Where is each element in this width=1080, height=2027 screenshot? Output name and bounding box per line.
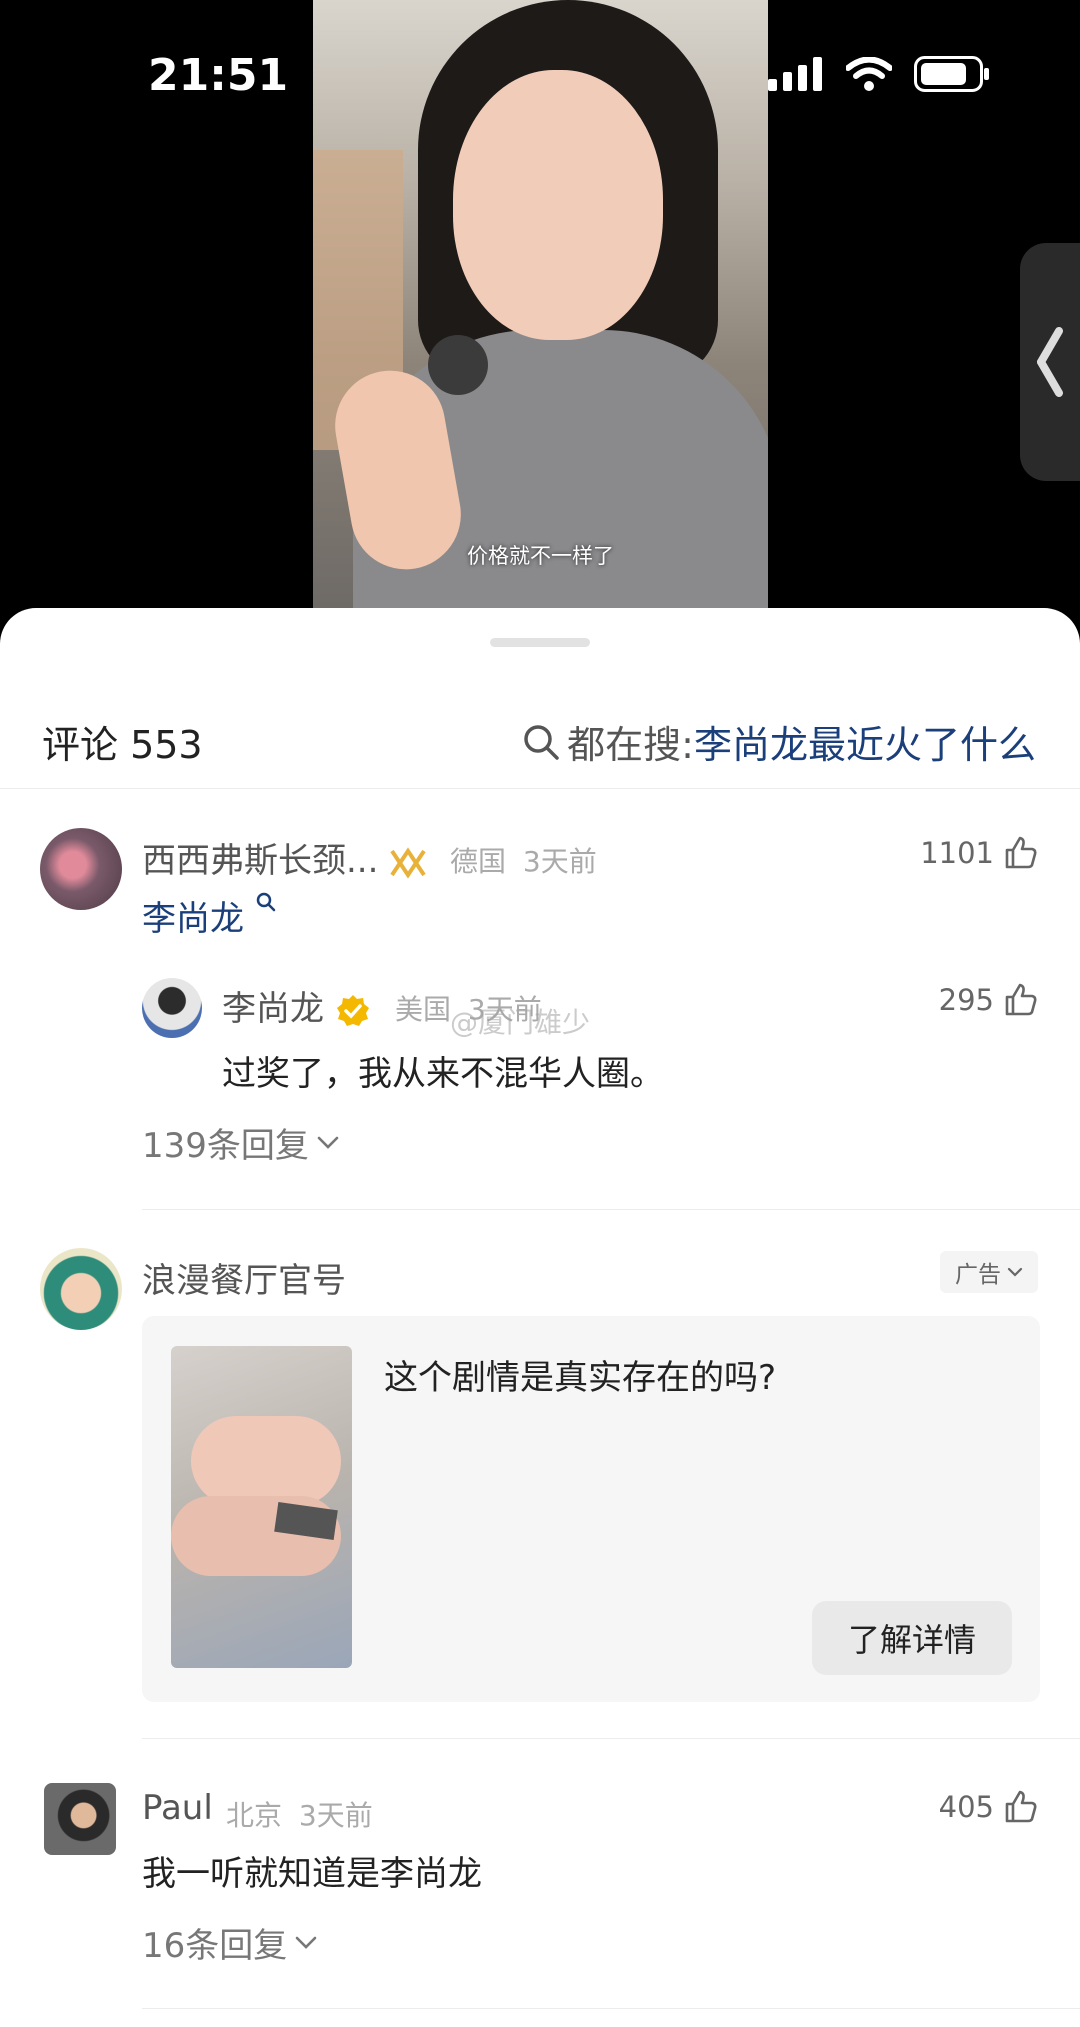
avatar[interactable] xyxy=(40,828,122,910)
comment-author[interactable]: Paul xyxy=(142,1788,213,1828)
search-term[interactable]: 李尚龙最近火了什么 xyxy=(694,714,1036,769)
reply-text: 过奖了，我从来不混华人圈。 xyxy=(222,1054,664,1094)
ad-label: 广告 xyxy=(955,1262,1001,1288)
comment-divider xyxy=(142,1738,1080,1739)
sheet-grabber[interactable] xyxy=(490,638,590,647)
search-prefix: 都在搜: xyxy=(567,723,694,767)
verified-icon xyxy=(336,994,369,1026)
chevron-down-icon xyxy=(295,1936,317,1949)
view-replies-button[interactable]: 139条回复 xyxy=(142,1118,339,1167)
video-subtitle: 价格就不一样了 xyxy=(467,544,614,568)
trending-search[interactable]: 都在搜: 李尚龙最近火了什么 xyxy=(521,714,1036,769)
ad-text: 这个剧情是真实存在的吗? xyxy=(384,1358,777,1398)
comment-author[interactable]: 西西弗斯长颈... xyxy=(142,833,427,882)
video-player[interactable]: 价格就不一样了 xyxy=(313,0,768,608)
comment-divider xyxy=(142,1209,1080,1210)
comment-divider xyxy=(142,2008,1080,2009)
thumbs-up-icon xyxy=(1005,983,1037,1016)
thumbs-up-icon xyxy=(1005,836,1037,869)
signal-icon xyxy=(768,57,822,91)
status-time: 21:51 xyxy=(148,50,289,101)
ad-badge[interactable]: 广告 xyxy=(940,1251,1038,1293)
learn-more-button[interactable]: 了解详情 xyxy=(812,1601,1012,1675)
comment-link[interactable]: 李尚龙 xyxy=(142,899,244,939)
battery-icon xyxy=(914,56,989,92)
comment-sheet: 评论 553 都在搜: 李尚龙最近火了什么 西西弗斯长颈... 德国 3天前 1… xyxy=(0,608,1080,2027)
like-button[interactable]: 405 xyxy=(939,1790,1038,1824)
badge-icon xyxy=(390,846,426,879)
chevron-down-icon xyxy=(317,1136,339,1149)
person-face xyxy=(453,70,663,340)
thumb-finger xyxy=(191,1416,341,1506)
comment-time: 3天前 xyxy=(298,1799,373,1832)
comment-text: 李尚龙 xyxy=(142,891,277,940)
comment-location: 北京 xyxy=(226,1799,283,1832)
microphone-icon xyxy=(428,335,488,395)
ad-card[interactable]: 这个剧情是真实存在的吗? 了解详情 xyxy=(142,1316,1040,1702)
like-button[interactable]: 295 xyxy=(939,983,1038,1017)
view-replies-button[interactable]: 16条回复 xyxy=(142,1918,317,1967)
comment-meta: 北京 3天前 xyxy=(226,1794,373,1834)
like-count: 295 xyxy=(938,983,994,1017)
author-name[interactable]: 西西弗斯长颈... xyxy=(142,841,378,881)
reply-author-name[interactable]: 李尚龙 xyxy=(222,989,324,1029)
comment-text: 我一听就知道是李尚龙 xyxy=(142,1854,482,1894)
search-icon xyxy=(524,724,559,760)
like-count: 405 xyxy=(938,1790,994,1824)
reply-location: 美国 xyxy=(395,993,452,1026)
comment-time: 3天前 xyxy=(522,845,597,878)
chevron-down-icon xyxy=(1007,1267,1023,1277)
side-panel-handle[interactable] xyxy=(1020,243,1080,481)
replies-label: 139条回复 xyxy=(142,1126,309,1166)
thumbs-up-icon xyxy=(1005,1790,1037,1823)
comment-count-title: 评论 553 xyxy=(42,723,203,767)
like-button[interactable]: 1101 xyxy=(920,836,1038,870)
comment-location: 德国 xyxy=(450,845,507,878)
avatar[interactable] xyxy=(44,1783,116,1855)
replies-label: 16条回复 xyxy=(142,1926,288,1966)
avatar[interactable] xyxy=(40,1248,122,1330)
comment-meta: 德国 3天前 xyxy=(450,840,597,880)
status-icons xyxy=(768,52,990,96)
comment-header: 评论 553 都在搜: 李尚龙最近火了什么 xyxy=(0,704,1080,780)
wifi-icon xyxy=(846,57,892,91)
ad-thumbnail[interactable] xyxy=(171,1346,352,1668)
header-divider xyxy=(0,788,1080,789)
chevron-left-icon xyxy=(1037,327,1063,397)
reply-author[interactable]: 李尚龙 xyxy=(222,981,371,1030)
like-count: 1101 xyxy=(920,836,994,870)
avatar[interactable] xyxy=(142,978,202,1038)
search-icon xyxy=(256,892,276,912)
watermark: @厦门雄少 xyxy=(450,1006,591,1039)
ad-author[interactable]: 浪漫餐厅官号 xyxy=(142,1253,346,1302)
